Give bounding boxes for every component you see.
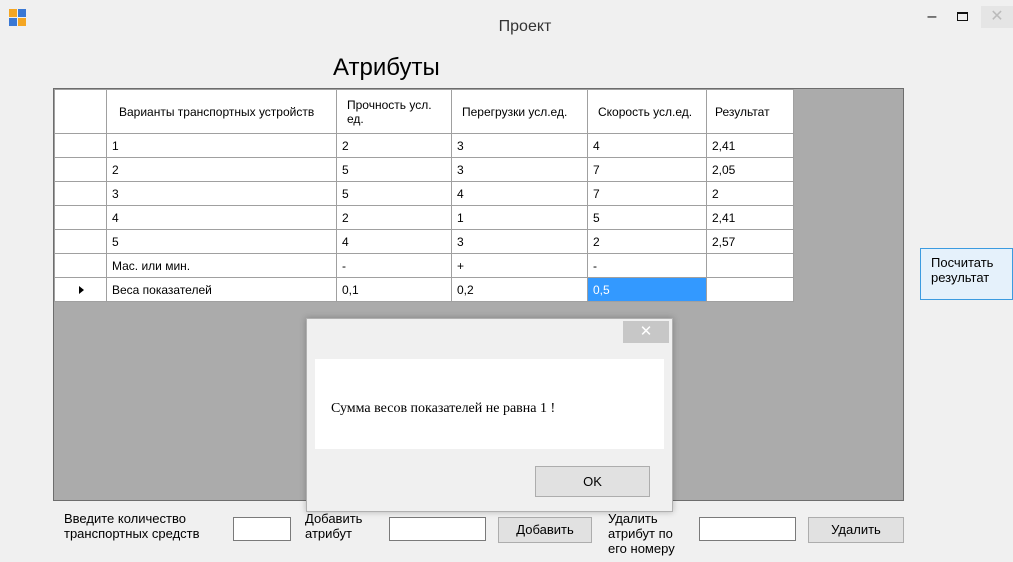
dialog-body: Сумма весов показателей не равна 1 ! bbox=[315, 359, 664, 449]
table-cell[interactable]: 3 bbox=[451, 157, 588, 182]
table-row[interactable]: 1 2 3 4 2,41 bbox=[54, 133, 794, 158]
row-header[interactable] bbox=[54, 133, 107, 158]
table-cell[interactable] bbox=[706, 277, 794, 302]
dialog-ok-button[interactable]: OK bbox=[535, 466, 650, 497]
current-row-arrow-icon bbox=[79, 285, 84, 294]
vehicle-count-label: Введите количество транспортных средств bbox=[64, 511, 200, 541]
table-cell[interactable]: 2 bbox=[336, 205, 452, 230]
row-header[interactable] bbox=[54, 181, 107, 206]
table-cell[interactable]: - bbox=[587, 253, 707, 278]
table-cell[interactable]: 2,57 bbox=[706, 229, 794, 254]
row-header[interactable] bbox=[54, 253, 107, 278]
close-button[interactable]: ✕ bbox=[981, 6, 1013, 28]
column-header-overload[interactable]: Перегрузки усл.ед. bbox=[451, 89, 588, 134]
table-cell[interactable]: + bbox=[451, 253, 588, 278]
minimize-button[interactable]: – bbox=[922, 6, 942, 28]
table-cell[interactable]: 2,41 bbox=[706, 133, 794, 158]
dialog-close-button[interactable]: ✕ bbox=[623, 321, 669, 343]
table-cell[interactable]: 1 bbox=[106, 133, 337, 158]
table-cell[interactable]: 3 bbox=[106, 181, 337, 206]
table-row[interactable]: 5 4 3 2 2,57 bbox=[54, 229, 794, 254]
table-cell[interactable]: 7 bbox=[587, 157, 707, 182]
table-cell[interactable]: 3 bbox=[451, 229, 588, 254]
table-cell[interactable]: 2,05 bbox=[706, 157, 794, 182]
add-button[interactable]: Добавить bbox=[498, 517, 592, 543]
table-cell[interactable]: 5 bbox=[336, 157, 452, 182]
table-cell[interactable]: 2 bbox=[336, 133, 452, 158]
table-row[interactable]: 2 5 3 7 2,05 bbox=[54, 157, 794, 182]
maximize-button[interactable] bbox=[951, 6, 973, 28]
delete-attribute-label: Удалить атрибут по его номеру bbox=[608, 511, 675, 556]
page-title: Атрибуты bbox=[333, 54, 440, 81]
table-cell[interactable]: 2 bbox=[587, 229, 707, 254]
table-cell-selected[interactable]: 0,5 bbox=[587, 277, 707, 302]
table-cell[interactable]: 1 bbox=[451, 205, 588, 230]
table-row[interactable]: 4 2 1 5 2,41 bbox=[54, 205, 794, 230]
row-header[interactable] bbox=[54, 205, 107, 230]
window-title: Проект bbox=[498, 18, 552, 35]
table-cell[interactable]: - bbox=[336, 253, 452, 278]
column-header-strength[interactable]: Прочность усл. ед. bbox=[336, 89, 452, 134]
column-header-variants[interactable]: Варианты транспортных устройств bbox=[106, 89, 337, 134]
message-dialog: ✕ Сумма весов показателей не равна 1 ! O… bbox=[306, 318, 673, 512]
add-attribute-label: Добавить атрибут bbox=[305, 511, 363, 541]
title-bar: Проект – ✕ bbox=[0, 0, 1013, 40]
column-header-speed[interactable]: Скорость усл.ед. bbox=[587, 89, 707, 134]
table-cell[interactable]: 5 bbox=[336, 181, 452, 206]
attributes-table: Варианты транспортных устройств Прочност… bbox=[54, 89, 794, 302]
header-row: Варианты транспортных устройств Прочност… bbox=[54, 89, 794, 134]
table-row-current[interactable]: Веса показателей 0,1 0,2 0,5 bbox=[54, 277, 794, 302]
table-cell[interactable]: 0,1 bbox=[336, 277, 452, 302]
table-cell[interactable]: 4 bbox=[587, 133, 707, 158]
table-cell[interactable]: 5 bbox=[106, 229, 337, 254]
table-cell[interactable]: 7 bbox=[587, 181, 707, 206]
table-row[interactable]: Мас. или мин. - + - bbox=[54, 253, 794, 278]
table-cell[interactable]: 4 bbox=[451, 181, 588, 206]
table-cell[interactable]: 0,2 bbox=[451, 277, 588, 302]
column-header-result[interactable]: Результат bbox=[706, 89, 794, 134]
corner-header[interactable] bbox=[54, 89, 107, 134]
table-cell[interactable]: Мас. или мин. bbox=[106, 253, 337, 278]
delete-attribute-input[interactable] bbox=[699, 517, 796, 541]
table-cell[interactable]: Веса показателей bbox=[106, 277, 337, 302]
table-cell[interactable] bbox=[706, 253, 794, 278]
add-attribute-input[interactable] bbox=[389, 517, 486, 541]
calculate-result-button[interactable]: Посчитать результат bbox=[920, 248, 1013, 300]
delete-button[interactable]: Удалить bbox=[808, 517, 904, 543]
row-header[interactable] bbox=[54, 157, 107, 182]
maximize-icon bbox=[956, 12, 968, 21]
table-cell[interactable]: 2 bbox=[706, 181, 794, 206]
table-cell[interactable]: 5 bbox=[587, 205, 707, 230]
table-cell[interactable]: 4 bbox=[106, 205, 337, 230]
table-row[interactable]: 3 5 4 7 2 bbox=[54, 181, 794, 206]
table-cell[interactable]: 2,41 bbox=[706, 205, 794, 230]
table-cell[interactable]: 4 bbox=[336, 229, 452, 254]
table-cell[interactable]: 2 bbox=[106, 157, 337, 182]
table-cell[interactable]: 3 bbox=[451, 133, 588, 158]
row-header[interactable] bbox=[54, 229, 107, 254]
dialog-message: Сумма весов показателей не равна 1 ! bbox=[331, 401, 556, 416]
vehicle-count-input[interactable] bbox=[233, 517, 291, 541]
row-header-current[interactable] bbox=[54, 277, 107, 302]
